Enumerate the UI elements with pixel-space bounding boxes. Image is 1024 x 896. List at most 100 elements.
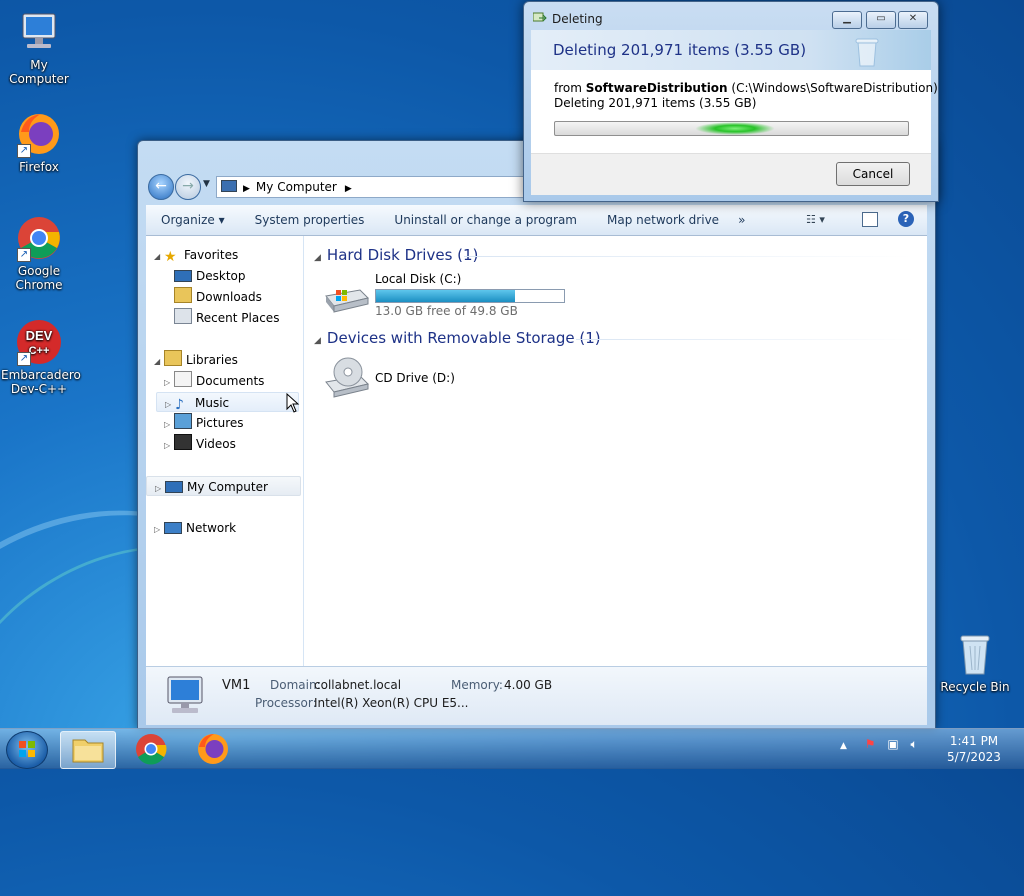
source-folder-name: SoftwareDistribution: [585, 81, 728, 95]
nav-item-desktop[interactable]: Desktop: [174, 266, 246, 286]
recycle-bin-icon: [853, 36, 881, 71]
desktop-icon-label: Recycle Bin: [940, 680, 1010, 694]
devcpp-icon: DEV C++ ↗: [15, 318, 63, 366]
delete-progress-icon: [532, 12, 547, 24]
devcpp-logo-sub: C++: [29, 345, 50, 357]
explorer-window: ← → ▼ ▶ My Computer ▶ Organize ▾ System pr…: [137, 140, 936, 729]
show-hidden-icons-icon[interactable]: ▲: [840, 741, 847, 751]
clock[interactable]: 1:41 PM 5/7/2023: [946, 733, 1002, 765]
navigation-pane: ◢ ★ Favorites Desktop Downloads Recent Pla…: [146, 236, 304, 666]
drive-c-name: Local Disk (C:): [375, 272, 462, 286]
shortcut-arrow-icon: ↗: [17, 144, 31, 158]
recycle-bin-icon: [951, 630, 999, 678]
back-button[interactable]: ←: [148, 174, 174, 200]
taskbar-explorer-button[interactable]: [60, 731, 116, 769]
memory-label: Memory:: [451, 678, 503, 692]
dialog-header: Deleting 201,971 items (3.55 GB): [531, 30, 931, 70]
clock-date: 5/7/2023: [947, 750, 1001, 764]
pictures-icon: [174, 413, 192, 429]
chevron-right-icon[interactable]: ▶: [345, 184, 352, 194]
map-network-drive-button[interactable]: Map network drive: [592, 213, 734, 227]
chevron-right-icon: ▶: [243, 184, 250, 194]
shortcut-arrow-icon: ↗: [17, 248, 31, 262]
desktop-icon-my-computer[interactable]: My Computer: [1, 8, 77, 86]
nav-item-network[interactable]: ▷ Network: [154, 518, 236, 538]
desktop-icon-label: Google Chrome: [15, 264, 63, 292]
cancel-button[interactable]: Cancel: [836, 162, 910, 186]
nav-item-downloads[interactable]: Downloads: [174, 287, 262, 307]
command-bar: Organize ▾ System properties Uninstall o…: [146, 205, 927, 236]
nav-item-videos[interactable]: ▷ Videos: [164, 434, 236, 454]
action-center-icon[interactable]: ⚑: [865, 737, 876, 751]
help-icon[interactable]: ?: [898, 211, 914, 227]
more-commands-button[interactable]: »: [734, 213, 749, 227]
preview-pane-icon[interactable]: [862, 212, 878, 227]
desktop-icon-recycle-bin[interactable]: Recycle Bin: [937, 630, 1013, 694]
drive-c-free-space: 13.0 GB free of 49.8 GB: [375, 304, 518, 318]
organize-button[interactable]: Organize ▾: [146, 213, 240, 227]
mouse-pointer-icon: [286, 392, 300, 416]
start-button[interactable]: [6, 731, 48, 769]
delete-status-text: Deleting 201,971 items (3.55 GB): [554, 96, 757, 110]
chrome-icon: ↗: [15, 214, 63, 262]
address-bar[interactable]: ▶ My Computer ▶: [216, 176, 528, 198]
taskbar-chrome-button[interactable]: [124, 731, 178, 767]
delete-source-line: from SoftwareDistribution (C:\Windows\So…: [554, 81, 938, 95]
nav-item-libraries[interactable]: ◢ Libraries: [154, 350, 238, 370]
domain-value: collabnet.local: [314, 678, 402, 692]
maximize-button[interactable]: ▭: [866, 11, 896, 29]
computer-name: VM1: [222, 678, 251, 693]
memory-value: 4.00 GB: [504, 678, 553, 692]
volume-icon[interactable]: 🔈︎: [911, 737, 918, 751]
desktop-icon-label: Firefox: [19, 160, 59, 174]
computer-icon: [221, 180, 237, 192]
folder-icon: [72, 739, 104, 763]
windows-logo-icon: [19, 741, 35, 757]
nav-item-documents[interactable]: ▷ Documents: [164, 371, 264, 391]
recent-pages-chevron-icon[interactable]: ▼: [203, 179, 210, 189]
system-tray: ▲ ⚑ ▣ 🔈︎: [840, 737, 918, 752]
view-options-icon[interactable]: ☷ ▾: [806, 213, 825, 226]
desktop-icon-label: My Computer: [9, 58, 69, 86]
network-status-icon[interactable]: ▣: [887, 737, 898, 751]
desktop-icon-label: Embarcadero Dev-C++: [1, 368, 81, 396]
firefox-icon: [198, 734, 228, 764]
computer-icon: [15, 8, 63, 56]
computer-icon: [165, 481, 183, 493]
chrome-icon: [136, 734, 167, 765]
address-location: My Computer: [255, 180, 337, 194]
nav-item-favorites[interactable]: ◢ ★ Favorites: [154, 245, 238, 265]
uninstall-button[interactable]: Uninstall or change a program: [379, 213, 592, 227]
details-pane: VM1 Domain: collabnet.local Memory: 4.00…: [146, 666, 927, 725]
drive-c-usage-bar: [375, 289, 565, 303]
nav-item-pictures[interactable]: ▷ Pictures: [164, 413, 244, 433]
desktop-icon-devcpp[interactable]: DEV C++ ↗ Embarcadero Dev-C++: [1, 318, 81, 396]
group-header-hard-disks[interactable]: ◢ Hard Disk Drives (1): [314, 246, 478, 264]
nav-item-recent-places[interactable]: Recent Places: [174, 308, 279, 328]
dialog-title: Deleting: [552, 12, 603, 26]
desktop-icon-firefox[interactable]: ↗ Firefox: [1, 110, 77, 174]
taskbar-firefox-button[interactable]: [186, 731, 240, 767]
nav-item-music[interactable]: ▷ ♪ Music: [156, 392, 299, 413]
taskbar: ▲ ⚑ ▣ 🔈︎ 1:41 PM 5/7/2023: [0, 728, 1024, 769]
system-properties-button[interactable]: System properties: [240, 213, 380, 227]
close-button[interactable]: ✕: [898, 11, 928, 29]
network-icon: [164, 522, 182, 534]
music-note-icon: ♪: [175, 397, 184, 413]
dialog-footer: Cancel: [531, 153, 931, 195]
hard-drive-icon: [322, 284, 370, 317]
delete-progress-bar: [554, 121, 909, 136]
minimize-button[interactable]: ▁: [832, 11, 862, 29]
nav-item-my-computer[interactable]: ▷ My Computer: [146, 476, 301, 496]
group-header-removable[interactable]: ◢ Devices with Removable Storage (1): [314, 329, 601, 347]
desktop-icon-chrome[interactable]: ↗ Google Chrome: [1, 214, 77, 292]
computer-icon: [162, 673, 208, 720]
documents-icon: [174, 371, 192, 387]
star-icon: ★: [164, 249, 177, 265]
forward-button[interactable]: →: [175, 174, 201, 200]
processor-value: Intel(R) Xeon(R) CPU E5...: [314, 696, 469, 710]
content-area: ◢ ★ Favorites Desktop Downloads Recent Pla…: [146, 236, 927, 666]
drive-d-name: CD Drive (D:): [375, 371, 455, 385]
devcpp-logo-text: DEV: [26, 328, 53, 343]
progress-glow: [695, 122, 775, 135]
